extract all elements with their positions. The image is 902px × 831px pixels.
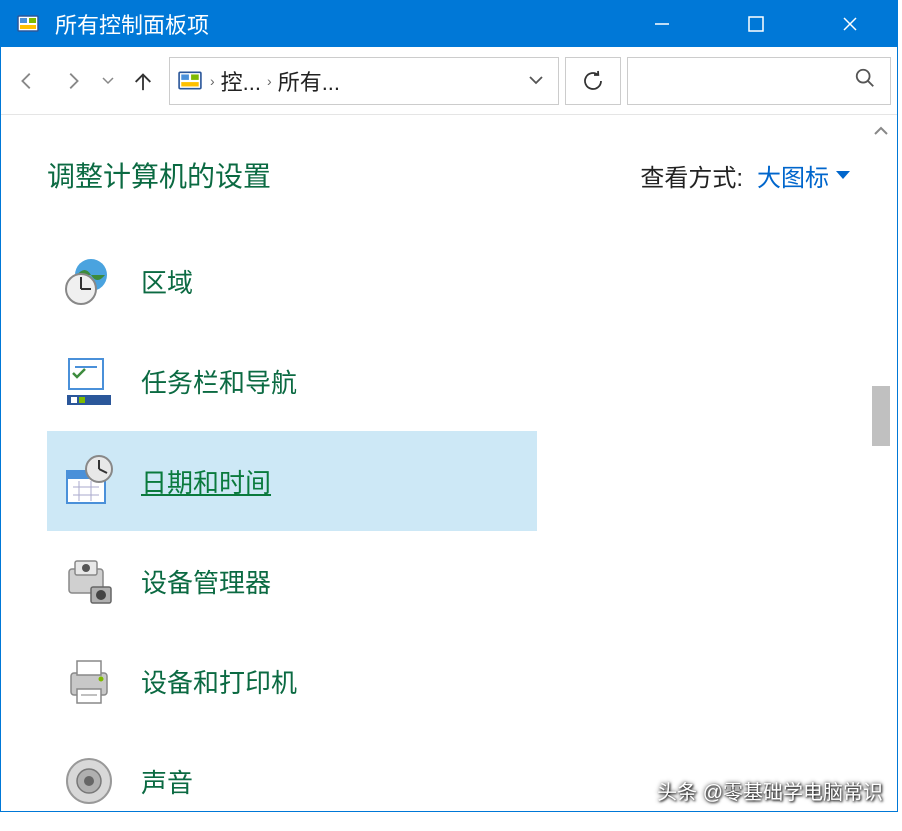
region-icon (61, 253, 117, 309)
breadcrumb-dropdown-icon[interactable] (520, 72, 552, 90)
item-label: 设备和打印机 (141, 663, 297, 700)
item-label: 声音 (141, 763, 193, 800)
view-mode-value: 大图标 (757, 158, 829, 193)
sound-icon (61, 753, 117, 809)
navbar: › 控... › 所有... (1, 47, 897, 115)
minimize-button[interactable] (615, 1, 709, 47)
search-icon (854, 67, 876, 94)
view-mode-dropdown[interactable]: 大图标 (757, 158, 851, 193)
refresh-button[interactable] (565, 57, 621, 105)
page-title: 调整计算机的设置 (47, 155, 271, 195)
scroll-up-button[interactable] (866, 116, 896, 146)
maximize-button[interactable] (709, 1, 803, 47)
taskbar-icon (61, 353, 117, 409)
item-label: 设备管理器 (141, 563, 271, 600)
breadcrumb-item[interactable]: 所有... (278, 65, 340, 97)
window-frame: 所有控制面板项 (0, 0, 898, 812)
scroll-track[interactable] (866, 146, 896, 810)
control-panel-item-taskbar[interactable]: 任务栏和导航 (47, 331, 537, 431)
control-panel-item-region[interactable]: 区域 (47, 231, 537, 331)
item-label: 任务栏和导航 (141, 363, 297, 400)
control-panel-icon (15, 11, 41, 37)
close-button[interactable] (803, 1, 897, 47)
back-button[interactable] (7, 61, 47, 101)
up-button[interactable] (123, 61, 163, 101)
search-input[interactable] (627, 57, 891, 105)
view-controls: 查看方式: 大图标 (640, 158, 851, 193)
forward-button[interactable] (53, 61, 93, 101)
item-label: 日期和时间 (141, 463, 271, 500)
vertical-scrollbar[interactable] (866, 116, 896, 810)
scroll-thumb[interactable] (872, 386, 890, 446)
history-dropdown[interactable] (99, 77, 117, 85)
window-title: 所有控制面板项 (55, 8, 209, 40)
titlebar: 所有控制面板项 (1, 1, 897, 47)
item-label: 区域 (141, 263, 193, 300)
control-panel-item-sound[interactable]: 声音 (47, 731, 537, 831)
view-mode-label: 查看方式: (640, 158, 743, 193)
control-panel-item-datetime[interactable]: 日期和时间 (47, 431, 537, 531)
datetime-icon (61, 453, 117, 509)
content-header: 调整计算机的设置 查看方式: 大图标 (1, 115, 897, 219)
breadcrumb-item[interactable]: 控... (221, 65, 261, 97)
device-manager-icon (61, 553, 117, 609)
printer-icon (61, 653, 117, 709)
window-controls (615, 1, 897, 47)
control-panel-icon (176, 67, 204, 95)
control-panel-item-device-manager[interactable]: 设备管理器 (47, 531, 537, 631)
items-list: 区域 任务栏和导航 (1, 219, 897, 805)
address-bar[interactable]: › 控... › 所有... (169, 57, 559, 105)
breadcrumb-separator-icon: › (267, 73, 272, 89)
breadcrumb-separator-icon: › (210, 73, 215, 89)
control-panel-item-devices-printers[interactable]: 设备和打印机 (47, 631, 537, 731)
